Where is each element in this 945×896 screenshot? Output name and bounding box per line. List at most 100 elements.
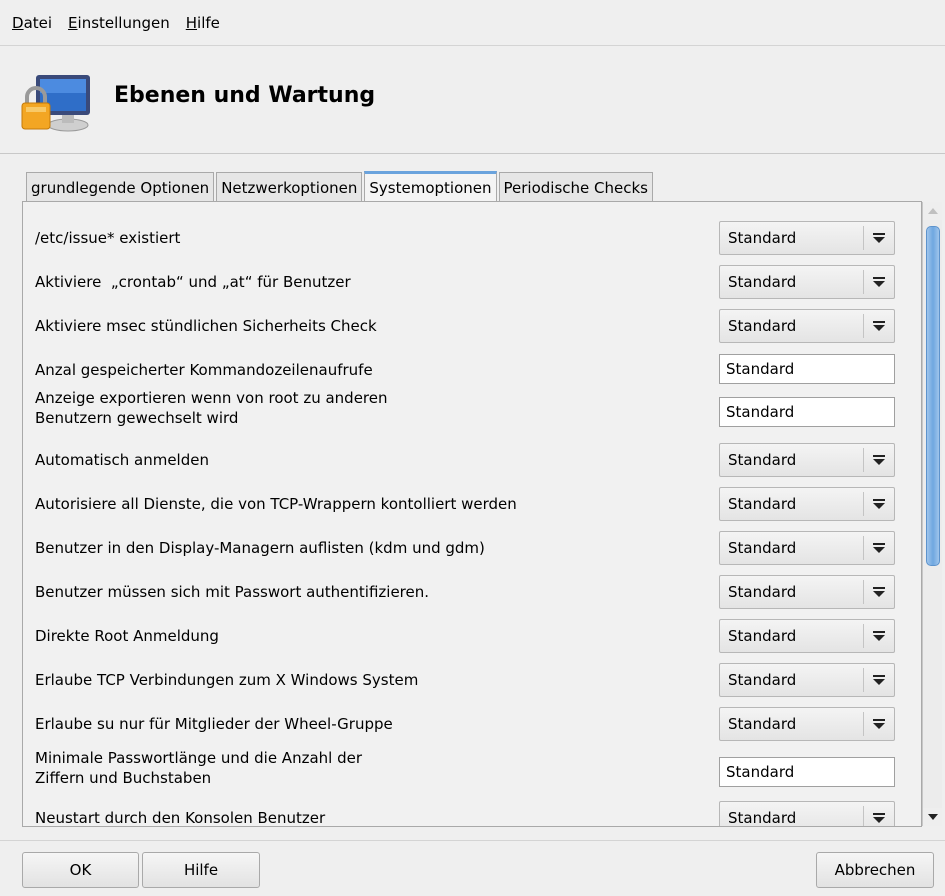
- option-label: Minimale Passwortlänge und die Anzahl de…: [35, 749, 363, 787]
- menu-label: ilfe: [197, 13, 220, 32]
- menu-item-0[interactable]: Datei: [12, 14, 52, 32]
- option-label: Autorisiere all Dienste, die von TCP-Wra…: [35, 495, 517, 513]
- option-row: /etc/issue* existiert Standard: [23, 216, 919, 262]
- dropdown-arrow-icon[interactable]: [870, 675, 888, 685]
- dropdown-arrow-icon[interactable]: [870, 321, 888, 331]
- combobox-separator: [863, 712, 864, 736]
- menu-mnemonic: D: [12, 13, 24, 32]
- option-text-field[interactable]: Standard: [719, 354, 895, 384]
- option-combobox[interactable]: Standard: [719, 707, 895, 741]
- combobox-value: Standard: [728, 671, 797, 689]
- combobox-separator: [863, 226, 864, 250]
- combobox-separator: [863, 580, 864, 604]
- scrollbar[interactable]: [922, 202, 942, 826]
- tab-1[interactable]: Netzwerkoptionen: [216, 172, 363, 202]
- options-panel: /etc/issue* existiert Standard Aktiviere „…: [22, 201, 942, 827]
- combobox-value: Standard: [728, 539, 797, 557]
- combobox-separator: [863, 536, 864, 560]
- option-combobox[interactable]: Standard: [719, 663, 895, 697]
- scroll-down-icon[interactable]: [923, 808, 942, 826]
- option-combobox[interactable]: Standard: [719, 531, 895, 565]
- menu-label: atei: [23, 13, 53, 32]
- option-combobox[interactable]: Standard: [719, 265, 895, 299]
- option-row: Anzal gespeicherter Kommandozeilenaufruf…: [23, 348, 919, 388]
- option-text-field[interactable]: Standard: [719, 397, 895, 427]
- option-label: Direkte Root Anmeldung: [35, 627, 219, 645]
- option-label: Neustart durch den Konsolen Benutzer: [35, 809, 326, 826]
- option-row: Benutzer in den Display-Managern auflist…: [23, 526, 919, 572]
- combobox-separator: [863, 492, 864, 516]
- page-title: Ebenen und Wartung: [114, 83, 376, 108]
- option-combobox[interactable]: Standard: [719, 619, 895, 653]
- header: Ebenen und Wartung: [0, 47, 945, 154]
- option-label: Benutzer in den Display-Managern auflist…: [35, 539, 485, 557]
- option-label: Anzal gespeicherter Kommandozeilenaufruf…: [35, 361, 373, 379]
- option-label: Benutzer müssen sich mit Passwort authen…: [35, 583, 430, 601]
- combobox-value: Standard: [728, 715, 797, 733]
- option-label: /etc/issue* existiert: [35, 229, 181, 247]
- dropdown-arrow-icon[interactable]: [870, 543, 888, 553]
- option-label: Anzeige exportieren wenn von root zu and…: [35, 389, 388, 427]
- dropdown-arrow-icon[interactable]: [870, 813, 888, 823]
- option-label: Erlaube su nur für Mitglieder der Wheel-…: [35, 715, 393, 733]
- combobox-value: Standard: [728, 273, 797, 291]
- option-row: Autorisiere all Dienste, die von TCP-Wra…: [23, 482, 919, 528]
- dropdown-arrow-icon[interactable]: [870, 233, 888, 243]
- option-row: Erlaube TCP Verbindungen zum X Windows S…: [23, 658, 919, 704]
- option-label: Aktiviere msec stündlichen Sicherheits C…: [35, 317, 377, 335]
- ok-button[interactable]: OK: [22, 852, 139, 888]
- option-row: Direkte Root Anmeldung Standard: [23, 614, 919, 660]
- option-combobox[interactable]: Standard: [719, 575, 895, 609]
- option-label: Erlaube TCP Verbindungen zum X Windows S…: [35, 671, 419, 689]
- dropdown-arrow-icon[interactable]: [870, 719, 888, 729]
- combobox-value: Standard: [728, 809, 797, 826]
- combobox-value: Standard: [728, 495, 797, 513]
- option-combobox[interactable]: Standard: [719, 309, 895, 343]
- menu-item-1[interactable]: Einstellungen: [68, 14, 170, 32]
- tab-0[interactable]: grundlegende Optionen: [26, 172, 215, 202]
- cancel-button[interactable]: Abbrechen: [816, 852, 934, 888]
- option-row: Neustart durch den Konsolen Benutzer Stan…: [23, 796, 919, 826]
- scroll-up-icon[interactable]: [923, 202, 942, 220]
- monitor-lock-icon: [21, 75, 90, 132]
- tab-2[interactable]: Systemoptionen: [364, 171, 497, 202]
- option-label: Aktiviere „crontab“ und „at“ für Benutze…: [35, 273, 351, 291]
- combobox-separator: [863, 624, 864, 648]
- option-combobox[interactable]: Standard: [719, 443, 895, 477]
- dropdown-arrow-icon[interactable]: [870, 587, 888, 597]
- option-row: Benutzer müssen sich mit Passwort authen…: [23, 570, 919, 616]
- help-button[interactable]: Hilfe: [142, 852, 260, 888]
- combobox-value: Standard: [728, 583, 797, 601]
- option-row: Automatisch anmelden Standard: [23, 438, 919, 484]
- button-bar: OK Hilfe Abbrechen: [0, 840, 945, 896]
- combobox-separator: [863, 270, 864, 294]
- dropdown-arrow-icon[interactable]: [870, 277, 888, 287]
- option-row: Anzeige exportieren wenn von root zu and…: [23, 388, 919, 438]
- option-row: Aktiviere msec stündlichen Sicherheits C…: [23, 304, 919, 350]
- options-list: /etc/issue* existiert Standard Aktiviere „…: [23, 202, 919, 826]
- combobox-value: Standard: [728, 627, 797, 645]
- menu-mnemonic: H: [185, 13, 198, 32]
- menu-item-2[interactable]: Hilfe: [186, 14, 220, 32]
- scrollbar-thumb[interactable]: [926, 226, 940, 566]
- option-combobox[interactable]: Standard: [719, 487, 895, 521]
- combobox-separator: [863, 806, 864, 826]
- tab-3[interactable]: Periodische Checks: [498, 172, 653, 202]
- menu-mnemonic: E: [68, 13, 78, 32]
- option-combobox[interactable]: Standard: [719, 801, 895, 826]
- combobox-value: Standard: [728, 229, 797, 247]
- option-combobox[interactable]: Standard: [719, 221, 895, 255]
- option-label: Automatisch anmelden: [35, 451, 209, 469]
- dropdown-arrow-icon[interactable]: [870, 631, 888, 641]
- combobox-separator: [863, 314, 864, 338]
- tab-bar: grundlegende Optionen Netzwerkoptionen Sys…: [26, 171, 655, 202]
- option-row: Minimale Passwortlänge und die Anzahl de…: [23, 748, 919, 796]
- dropdown-arrow-icon[interactable]: [870, 455, 888, 465]
- combobox-value: Standard: [728, 317, 797, 335]
- combobox-separator: [863, 448, 864, 472]
- option-row: Erlaube su nur für Mitglieder der Wheel-…: [23, 702, 919, 748]
- option-text-field[interactable]: Standard: [719, 757, 895, 787]
- option-row: Aktiviere „crontab“ und „at“ für Benutze…: [23, 260, 919, 306]
- dropdown-arrow-icon[interactable]: [870, 499, 888, 509]
- menu-label: instellungen: [77, 13, 170, 32]
